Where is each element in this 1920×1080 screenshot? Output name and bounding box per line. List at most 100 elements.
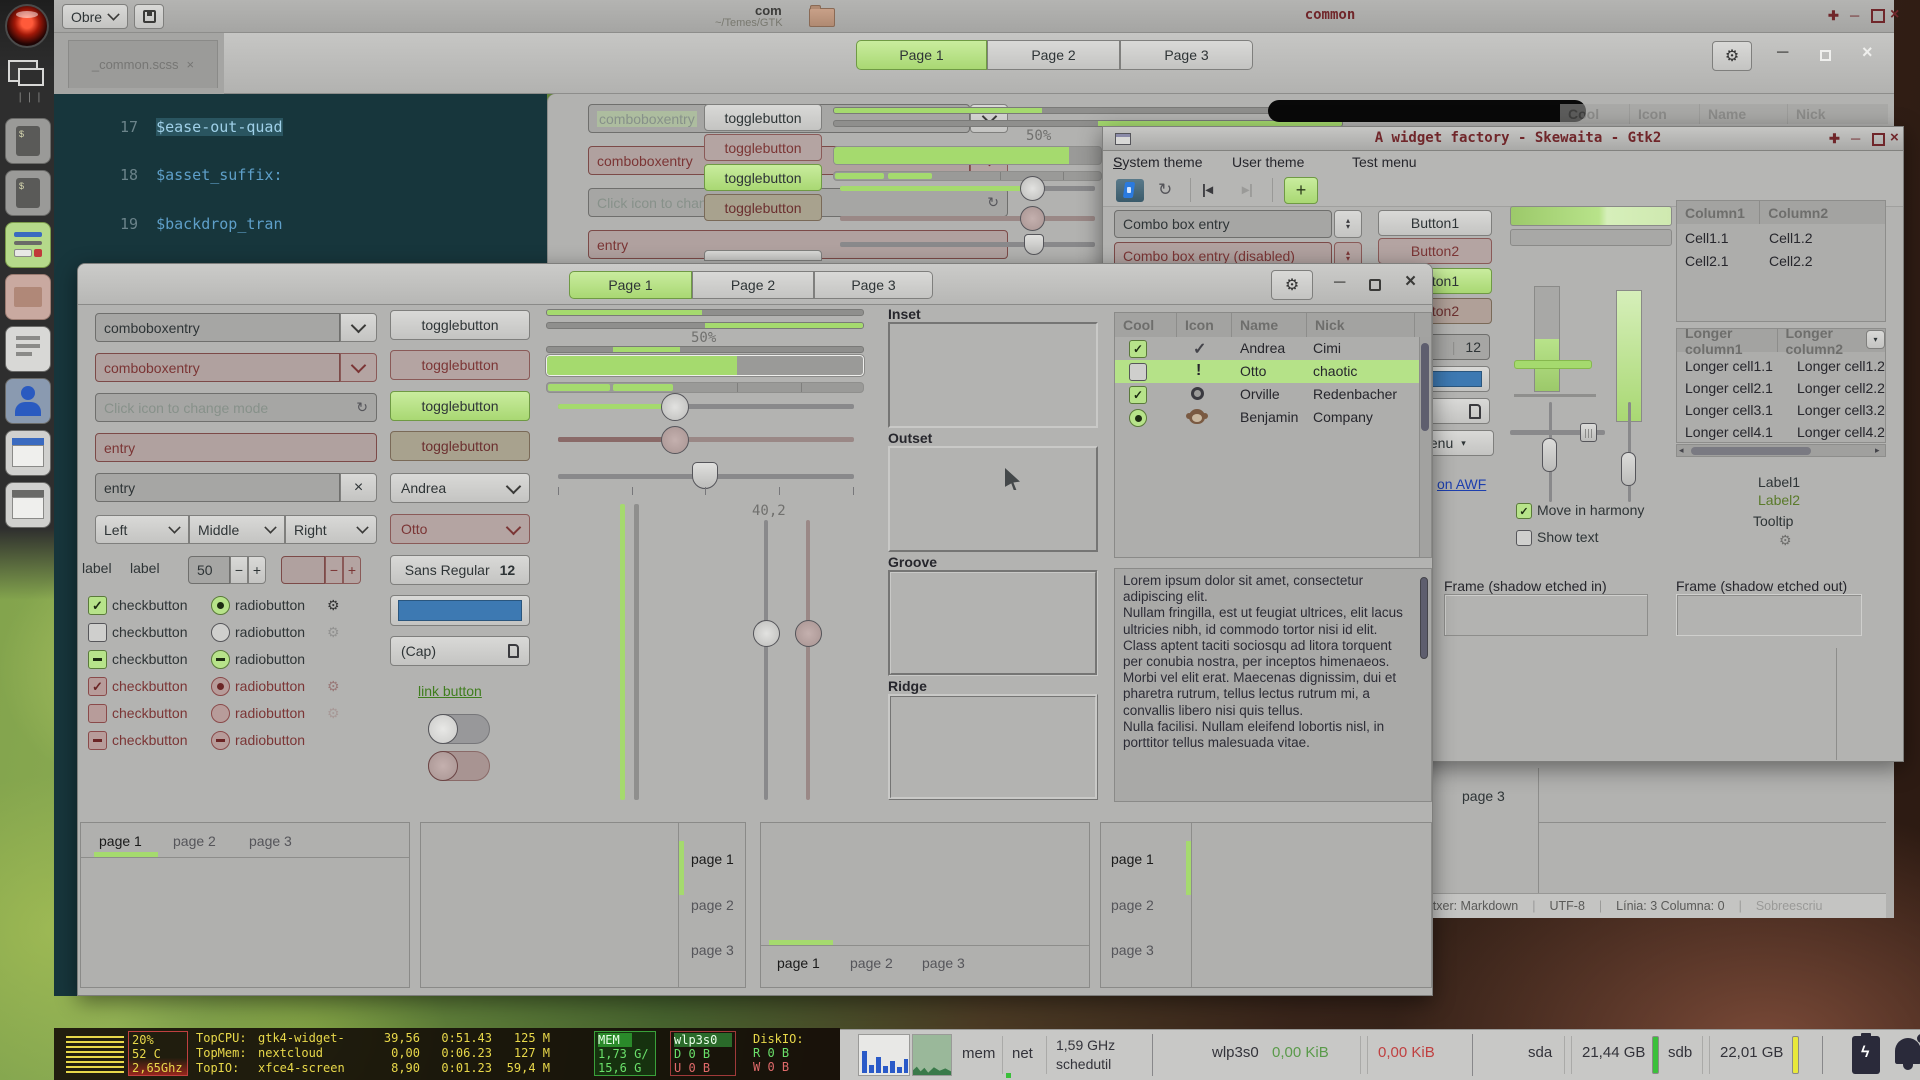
checkbutton-1[interactable]: ✓ <box>88 596 107 615</box>
fg-tab-page1[interactable]: Page 1 <box>569 271 692 299</box>
fg-treeview[interactable]: Cool Icon Name Nick ✓ ✓ Andrea Cimi ! Ot… <box>1114 312 1432 558</box>
harmony-checkbox[interactable]: ✓ <box>1516 503 1532 519</box>
skip-start-icon[interactable]: |◂ <box>1202 181 1213 198</box>
common-page3-tab[interactable]: page 3 <box>1462 788 1505 804</box>
fg-justify-middle[interactable]: Middle <box>189 515 285 544</box>
hal-eye-icon[interactable] <box>5 4 49 48</box>
fg-scale-1[interactable] <box>558 404 854 409</box>
fg-vslider-1-track[interactable] <box>764 520 768 800</box>
refresh-icon[interactable]: ↻ <box>987 194 999 211</box>
common-close-icon[interactable]: × <box>1862 42 1873 63</box>
nb3-tab-page3[interactable]: page 3 <box>922 955 965 971</box>
dock-user-icon[interactable] <box>5 378 51 424</box>
fg-vscale-gray[interactable] <box>634 504 639 800</box>
refresh-icon[interactable]: ↻ <box>1158 180 1172 200</box>
scroll-left-icon[interactable]: ◂ <box>1679 445 1684 456</box>
cpu-graph[interactable] <box>858 1034 910 1076</box>
maximize-button[interactable] <box>1872 133 1885 146</box>
fg-vslider-1-handle[interactable] <box>753 620 780 647</box>
radiobutton-3[interactable] <box>211 650 230 669</box>
tree-row-orville[interactable]: ✓ Orville Redenbacher <box>1115 383 1432 406</box>
menu-test-menu-label[interactable]: Test menu <box>1352 154 1417 170</box>
gtk2-table1[interactable]: Column1 Column2 Cell1.1Cell1.2 Cell2.1Ce… <box>1676 200 1886 322</box>
nb2-tab-page3[interactable]: page 3 <box>691 942 734 958</box>
nb1-tab-page1[interactable]: page 1 <box>99 833 142 849</box>
fg-scale-3-handle[interactable] <box>692 462 718 489</box>
fg-color-button[interactable] <box>390 595 530 626</box>
fg-combo-andrea[interactable]: Andrea <box>390 473 530 503</box>
fg-togglebutton-3[interactable]: togglebutton <box>390 391 530 421</box>
common-tab-page3[interactable]: Page 3 <box>1120 40 1253 70</box>
fg-link-button[interactable]: link button <box>418 683 482 699</box>
refresh-icon[interactable]: ↻ <box>356 399 368 416</box>
dock-window-icon-1[interactable] <box>5 430 51 476</box>
fg-vscale-green[interactable] <box>620 504 625 800</box>
gear-icon[interactable]: ⚙ <box>327 624 340 641</box>
common-scale-3[interactable] <box>840 242 1095 247</box>
fg-gear-button[interactable]: ⚙ <box>1271 270 1313 300</box>
common-scale-1-handle[interactable] <box>1020 176 1045 201</box>
battery-icon[interactable]: ϟ <box>1852 1036 1880 1074</box>
table2-hscrollbar[interactable]: ◂ ▸ <box>1676 444 1886 457</box>
editor-tab[interactable]: _common.scss × <box>68 40 218 88</box>
fg-spin-minus[interactable]: − <box>230 556 248 584</box>
tab-close-icon[interactable]: × <box>187 57 195 72</box>
gtk2-vslider-1-handle[interactable] <box>1542 438 1557 472</box>
tree-row-benjamin[interactable]: Benjamin Company <box>1115 406 1432 429</box>
common-minimize-icon[interactable]: ─ <box>1777 44 1788 62</box>
gtk2-combo-spinner[interactable]: ▴▾ <box>1334 210 1362 238</box>
dock-script-icon-1[interactable]: $ <box>5 118 51 164</box>
sda-label[interactable]: sda <box>1528 1044 1552 1061</box>
mem-label[interactable]: mem <box>962 1045 995 1062</box>
dock-document-icon[interactable] <box>5 326 51 372</box>
tree-scrollbar-thumb[interactable] <box>1421 343 1429 431</box>
gtk2-titlebar[interactable]: A widget factory - Skewaita - Gtk2 ✚ ─ × <box>1103 127 1903 151</box>
checkbutton-3[interactable] <box>88 650 107 669</box>
gear-icon[interactable]: ⚙ <box>327 597 340 614</box>
scroll-right-icon[interactable]: ▸ <box>1875 445 1880 456</box>
fg-tab-page2[interactable]: Page 2 <box>692 271 814 299</box>
common-tab-page1[interactable]: Page 1 <box>856 40 987 70</box>
save-icon-button[interactable] <box>134 4 164 29</box>
dock-grip[interactable]: ❘❘❘ <box>16 92 44 103</box>
menu-user-theme-label[interactable]: User theme <box>1232 154 1304 170</box>
nb2-tab-page2[interactable]: page 2 <box>691 897 734 913</box>
radiobutton-1[interactable] <box>211 596 230 615</box>
dock-script-icon-2[interactable]: $ <box>5 170 51 216</box>
common-scale-1[interactable] <box>840 186 1095 191</box>
nb4-tab-page3[interactable]: page 3 <box>1111 942 1154 958</box>
mem-graph[interactable] <box>912 1034 952 1076</box>
switch-handle[interactable] <box>428 714 458 744</box>
nb4-tab-page2[interactable]: page 2 <box>1111 897 1154 913</box>
fg-font-button[interactable]: Sans Regular12 <box>390 555 530 585</box>
radiobutton-2[interactable] <box>211 623 230 642</box>
text-scrollbar-thumb[interactable] <box>1420 577 1428 659</box>
cpu-freq-item[interactable]: 1,59 GHz schedutil <box>1056 1036 1115 1074</box>
close-button[interactable]: × <box>1890 6 1899 24</box>
nb3-tab-page1[interactable]: page 1 <box>777 955 820 971</box>
minimize-button[interactable]: ─ <box>1851 131 1860 146</box>
common-maximize-icon[interactable] <box>1820 50 1831 61</box>
common-scale-3-handle[interactable] <box>1024 234 1044 255</box>
fg-scale-1-handle[interactable] <box>661 393 689 421</box>
gtk2-hslider-handle[interactable] <box>1580 423 1597 442</box>
stick-button[interactable]: ✚ <box>1828 8 1839 24</box>
fg-togglebutton-1[interactable]: togglebutton <box>390 310 530 340</box>
dock-archive-icon[interactable] <box>5 274 51 320</box>
fg-textview[interactable]: Lorem ipsum dolor sit amet, consectetur … <box>1114 568 1432 802</box>
common-gear-button[interactable]: ⚙ <box>1712 41 1752 71</box>
common-tab-page2[interactable]: Page 2 <box>987 40 1120 70</box>
menu-system-theme-label[interactable]: System theme <box>1113 154 1202 170</box>
fg-close-icon[interactable]: × <box>1405 271 1416 293</box>
fg-entry-clear-button[interactable]: × <box>340 473 377 502</box>
fg-justify-left[interactable]: Left <box>95 515 189 544</box>
fg-maximize-icon[interactable] <box>1369 279 1381 291</box>
fg-switch-1[interactable] <box>428 714 490 744</box>
nb1-tab-page3[interactable]: page 3 <box>249 833 292 849</box>
nb3-tab-page2[interactable]: page 2 <box>850 955 893 971</box>
table2-dropdown[interactable]: ▾ <box>1866 330 1885 349</box>
common-togglebutton-1[interactable]: togglebutton <box>704 104 822 131</box>
stick-button[interactable]: ✚ <box>1829 131 1840 147</box>
minimize-button[interactable]: ─ <box>1850 8 1859 23</box>
nb1-tab-page2[interactable]: page 2 <box>173 833 216 849</box>
